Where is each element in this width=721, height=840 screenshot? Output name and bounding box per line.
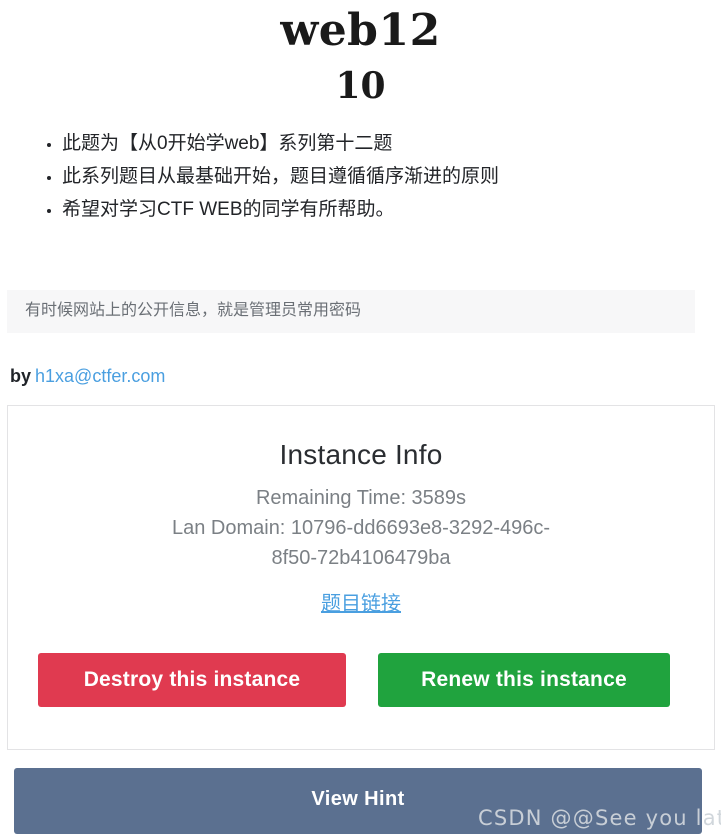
remaining-time-text: Remaining Time: 3589s	[255, 487, 467, 509]
destroy-instance-button[interactable]: Destroy this instance	[38, 653, 346, 707]
lan-domain-text-line2: 8f50-72b4106479ba	[271, 547, 451, 569]
view-hint-label: View Hint	[311, 788, 405, 810]
instance-info-card: Instance Info Remaining Time: 3589s Lan …	[7, 405, 715, 750]
list-item: 此题为【从0开始学web】系列第十二题	[62, 128, 721, 161]
hint-message-box: 有时候网站上的公开信息，就是管理员常用密码	[7, 290, 695, 333]
author-line: by h1xa@ctfer.com	[10, 366, 165, 387]
hint-message-text: 有时候网站上的公开信息，就是管理员常用密码	[25, 302, 362, 320]
instance-meta: Remaining Time: 3589s Lan Domain: 10796-…	[8, 471, 714, 573]
author-prefix-label: by	[10, 366, 32, 386]
list-item: 此系列题目从最基础开始，题目遵循循序渐进的原则	[62, 161, 721, 194]
page-title: web12	[280, 5, 441, 56]
challenge-points: 10	[335, 64, 386, 107]
view-hint-button[interactable]: View Hint	[14, 768, 702, 834]
instance-action-row: Destroy this instance Renew this instanc…	[8, 653, 714, 707]
instance-info-title: Instance Info	[279, 439, 443, 470]
author-email-link[interactable]: h1xa@ctfer.com	[35, 366, 165, 386]
lan-domain-text-line1: Lan Domain: 10796-dd6693e8-3292-496c-	[171, 517, 551, 539]
challenge-description-list: 此题为【从0开始学web】系列第十二题 此系列题目从最基础开始，题目遵循循序渐进…	[0, 128, 721, 226]
challenge-page: web12 10 此题为【从0开始学web】系列第十二题 此系列题目从最基础开始…	[0, 0, 721, 840]
renew-instance-button[interactable]: Renew this instance	[378, 653, 670, 707]
challenge-link-row: 题目链接	[8, 573, 714, 616]
challenge-link[interactable]: 题目链接	[321, 593, 401, 615]
list-item: 希望对学习CTF WEB的同学有所帮助。	[62, 194, 721, 227]
